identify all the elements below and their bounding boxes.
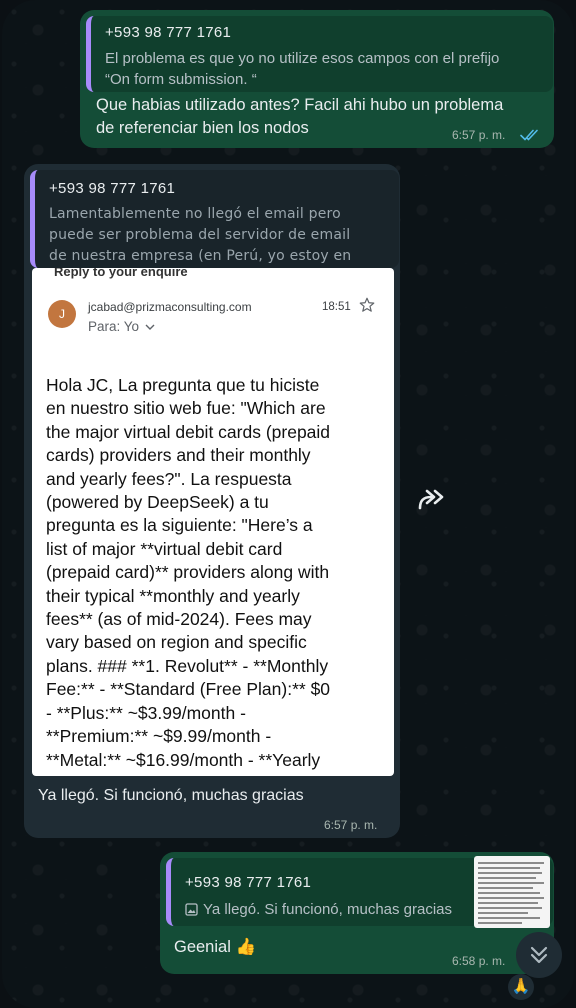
quote-sender: +593 98 777 1761 <box>105 24 232 41</box>
message-time: 6:57 p. m. <box>324 818 378 832</box>
chevron-down-icon <box>145 324 155 330</box>
email-body: Hola JC, La pregunta que tu hiciste en n… <box>46 375 331 770</box>
email-time: 18:51 <box>322 301 351 313</box>
star-icon <box>359 297 375 312</box>
quote-text: El problema es que yo no utilize esos ca… <box>105 50 500 88</box>
email-subject: Reply to your enquire <box>54 268 188 279</box>
double-check-read-icon <box>520 129 538 141</box>
chat-screen: +593 98 777 1761 El problema es que yo n… <box>2 0 574 1008</box>
outgoing-message-top[interactable]: +593 98 777 1761 El problema es que yo n… <box>80 10 554 148</box>
quote-sender: +593 98 777 1761 <box>49 180 176 197</box>
email-sender: jcabad@prizmaconsulting.com <box>88 300 252 314</box>
chevrons-down-icon <box>530 946 548 964</box>
message-text: Geenial 👍 <box>174 938 257 956</box>
avatar: J <box>48 300 76 328</box>
image-icon <box>185 903 198 916</box>
email-screenshot-image[interactable]: Reply to your enquire J jcabad@prizmacon… <box>32 268 394 776</box>
scroll-to-bottom-button[interactable] <box>516 932 562 978</box>
email-recipient: Para: Yo <box>88 319 155 334</box>
image-caption: Ya llegó. Si funcionó, muchas gracias <box>38 787 304 804</box>
quote-text: Lamentablemente no llegó el email pero p… <box>49 206 352 264</box>
quote-sender: +593 98 777 1761 <box>185 874 312 891</box>
message-time: 6:58 p. m. <box>452 954 506 968</box>
quoted-reply[interactable]: +593 98 777 1761 El problema es que yo n… <box>86 16 553 92</box>
reaction-badge[interactable]: 🙏 <box>508 974 534 1000</box>
message-text: Que habias utilizado antes? Facil ahi hu… <box>96 96 504 137</box>
quoted-reply[interactable]: +593 98 777 1761 Lamentablemente no lleg… <box>30 170 399 268</box>
forward-icon[interactable] <box>416 486 450 514</box>
message-time: 6:57 p. m. <box>452 128 506 142</box>
quoted-image-thumbnail <box>474 856 550 928</box>
